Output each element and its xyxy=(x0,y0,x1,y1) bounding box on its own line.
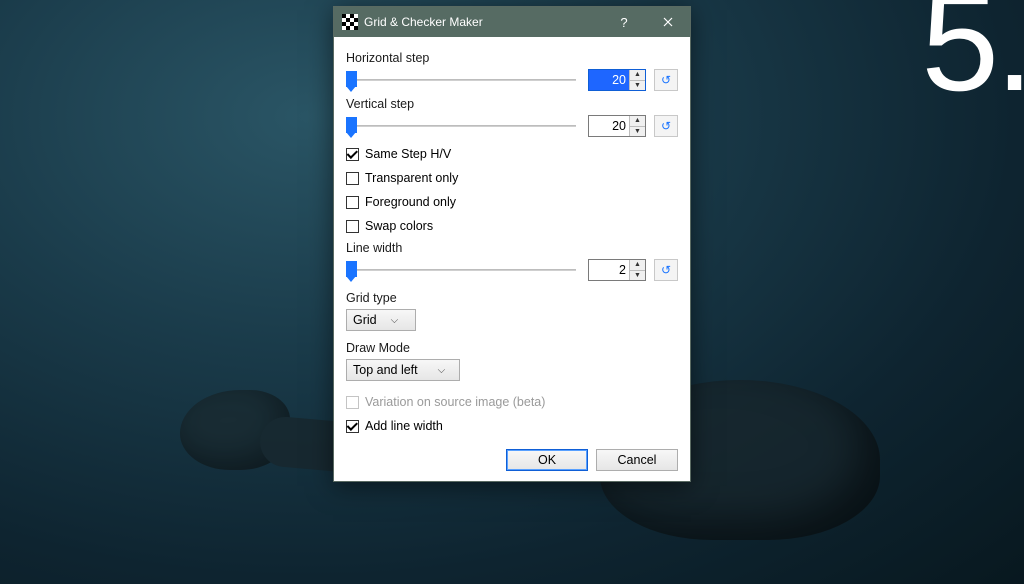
label-draw-mode: Draw Mode xyxy=(346,341,678,355)
checkbox-icon xyxy=(346,196,359,209)
horizontal-step-slider[interactable] xyxy=(346,70,576,90)
chevron-down-icon: ⌵ xyxy=(438,365,446,376)
label-vertical-step: Vertical step xyxy=(346,97,678,111)
cancel-button[interactable]: Cancel xyxy=(596,449,678,471)
line-width-spinner[interactable]: ▲▼ xyxy=(588,259,646,281)
select-value: Grid xyxy=(353,313,377,327)
window-title: Grid & Checker Maker xyxy=(364,15,602,29)
dialog-window: Grid & Checker Maker ? Horizontal step ▲… xyxy=(333,6,691,482)
label-line-width: Line width xyxy=(346,241,678,255)
vertical-step-slider[interactable] xyxy=(346,116,576,136)
checkbox-label: Swap colors xyxy=(365,219,433,233)
desktop-background: 5. Grid & Checker Maker ? Horizontal ste… xyxy=(0,0,1024,584)
checkbox-label: Add line width xyxy=(365,419,443,433)
vertical-step-reset[interactable]: ↺ xyxy=(654,115,678,137)
close-icon xyxy=(663,17,673,27)
checkbox-label: Foreground only xyxy=(365,195,456,209)
checkbox-icon xyxy=(346,148,359,161)
horizontal-step-reset[interactable]: ↺ xyxy=(654,69,678,91)
button-label: Cancel xyxy=(618,453,657,467)
stepper-down[interactable]: ▼ xyxy=(630,271,645,281)
horizontal-step-input[interactable] xyxy=(589,70,629,90)
dialog-body: Horizontal step ▲▼ ↺ Vertical step ▲▼ xyxy=(334,37,690,481)
line-width-input[interactable] xyxy=(589,260,629,280)
select-value: Top and left xyxy=(353,363,418,377)
label-horizontal-step: Horizontal step xyxy=(346,51,678,65)
checkbox-icon xyxy=(346,420,359,433)
label-grid-type: Grid type xyxy=(346,291,678,305)
horizontal-step-spinner[interactable]: ▲▼ xyxy=(588,69,646,91)
vertical-step-input[interactable] xyxy=(589,116,629,136)
reset-icon: ↺ xyxy=(661,73,671,87)
checkbox-label: Variation on source image (beta) xyxy=(365,395,545,409)
grid-type-select[interactable]: Grid ⌵ xyxy=(346,309,416,331)
stepper-down[interactable]: ▼ xyxy=(630,127,645,137)
close-button[interactable] xyxy=(646,7,690,37)
draw-mode-select[interactable]: Top and left ⌵ xyxy=(346,359,460,381)
checkbox-icon xyxy=(346,220,359,233)
vertical-step-spinner[interactable]: ▲▼ xyxy=(588,115,646,137)
swap-colors-checkbox[interactable]: Swap colors xyxy=(346,219,678,233)
variation-checkbox: Variation on source image (beta) xyxy=(346,395,678,409)
titlebar[interactable]: Grid & Checker Maker ? xyxy=(334,7,690,37)
help-icon: ? xyxy=(620,15,627,30)
foreground-only-checkbox[interactable]: Foreground only xyxy=(346,195,678,209)
add-line-width-checkbox[interactable]: Add line width xyxy=(346,419,678,433)
help-button[interactable]: ? xyxy=(602,7,646,37)
same-step-checkbox[interactable]: Same Step H/V xyxy=(346,147,678,161)
checkbox-label: Transparent only xyxy=(365,171,458,185)
reset-icon: ↺ xyxy=(661,263,671,277)
reset-icon: ↺ xyxy=(661,119,671,133)
checkbox-icon xyxy=(346,396,359,409)
stepper-down[interactable]: ▼ xyxy=(630,81,645,91)
button-label: OK xyxy=(538,453,556,467)
desktop-corner-text: 5. xyxy=(921,0,1024,112)
transparent-only-checkbox[interactable]: Transparent only xyxy=(346,171,678,185)
stepper-up[interactable]: ▲ xyxy=(630,260,645,271)
stepper-up[interactable]: ▲ xyxy=(630,70,645,81)
line-width-reset[interactable]: ↺ xyxy=(654,259,678,281)
ok-button[interactable]: OK xyxy=(506,449,588,471)
chevron-down-icon: ⌵ xyxy=(391,315,399,326)
checkbox-icon xyxy=(346,172,359,185)
app-icon xyxy=(342,14,358,30)
stepper-up[interactable]: ▲ xyxy=(630,116,645,127)
line-width-slider[interactable] xyxy=(346,260,576,280)
checkbox-label: Same Step H/V xyxy=(365,147,451,161)
